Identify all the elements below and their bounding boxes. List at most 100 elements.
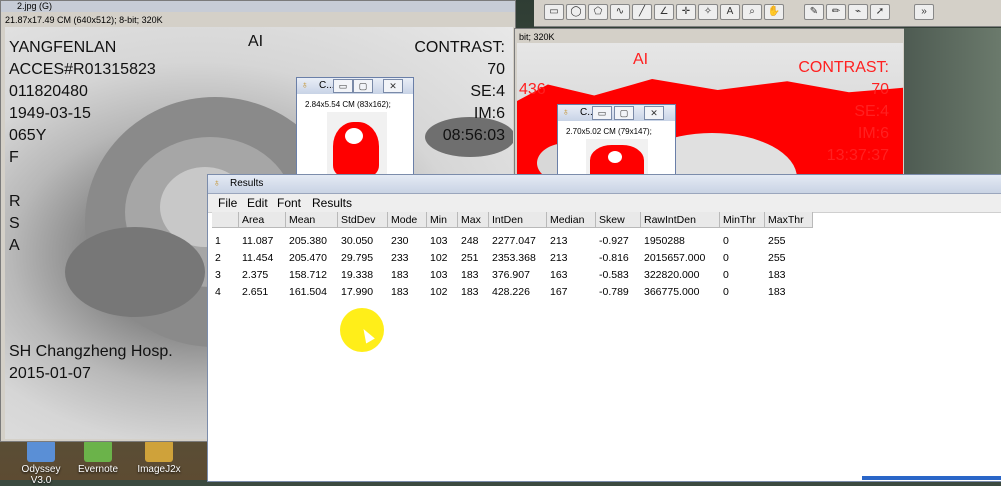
overlay-line: S xyxy=(9,215,20,232)
imagej-icon: ♁ xyxy=(213,178,221,189)
odyssey-icon xyxy=(27,440,55,462)
table-cell: 167 xyxy=(550,286,568,298)
overlay-line: F xyxy=(9,149,19,166)
dropper-tool-icon[interactable]: ✎ xyxy=(804,4,824,20)
table-row[interactable]: 3 2.375 158.712 19.338 183 103 183 376.9… xyxy=(212,267,813,284)
angle-tool-icon[interactable]: ∠ xyxy=(654,4,674,20)
column-header-area[interactable]: Area xyxy=(239,212,286,228)
table-row[interactable]: 4 2.651 161.504 17.990 183 102 183 428.2… xyxy=(212,284,813,301)
column-header-mode[interactable]: Mode xyxy=(388,212,427,228)
arrow-tool-icon[interactable]: ➚ xyxy=(870,4,890,20)
maximize-button[interactable]: ▢ xyxy=(353,79,373,93)
text-tool-icon[interactable]: A xyxy=(720,4,740,20)
roi-window-titlebar[interactable]: ♁ C... ▭ ▢ ✕ xyxy=(558,105,675,121)
table-cell: 158.712 xyxy=(289,269,327,281)
table-cell: 428.226 xyxy=(492,286,530,298)
table-cell: 255 xyxy=(768,235,786,247)
close-button[interactable]: ✕ xyxy=(644,106,664,120)
background-photo xyxy=(904,28,1001,174)
menu-file[interactable]: File xyxy=(218,196,237,210)
table-cell: 11.087 xyxy=(242,235,274,247)
desktop-icon-imagej[interactable]: ImageJ2x xyxy=(130,440,188,475)
table-row[interactable]: 2 11.454 205.470 29.795 233 102 251 2353… xyxy=(212,250,813,267)
menu-results[interactable]: Results xyxy=(312,196,352,210)
minimize-button[interactable]: ▭ xyxy=(333,79,353,93)
column-header-stddev[interactable]: StdDev xyxy=(338,212,388,228)
column-header-max[interactable]: Max xyxy=(458,212,489,228)
table-cell: 30.050 xyxy=(341,235,374,247)
table-cell: 103 xyxy=(430,235,448,247)
table-cell: 213 xyxy=(550,235,568,247)
minimize-button[interactable]: ▭ xyxy=(592,106,612,120)
table-cell: 205.470 xyxy=(289,252,327,264)
menu-edit[interactable]: Edit xyxy=(247,196,268,210)
table-cell: 102 xyxy=(430,252,448,264)
oval-tool-icon[interactable]: ◯ xyxy=(566,4,586,20)
column-header-intden[interactable]: IntDen xyxy=(489,212,547,228)
table-cell: 103 xyxy=(430,269,448,281)
table-cell: -0.583 xyxy=(599,269,629,281)
brush-tool-icon[interactable]: ⌁ xyxy=(848,4,868,20)
polygon-tool-icon[interactable]: ⬠ xyxy=(588,4,608,20)
roi-window-1[interactable]: ♁ C... ▭ ▢ ✕ 2.84x5.54 CM (83x162); xyxy=(296,77,414,179)
column-header-median[interactable]: Median xyxy=(547,212,596,228)
overlay-line: R xyxy=(9,193,21,210)
column-header-mean[interactable]: Mean xyxy=(286,212,338,228)
menu-font[interactable]: Font xyxy=(277,196,301,210)
rectangle-tool-icon[interactable]: ▭ xyxy=(544,4,564,20)
results-window[interactable]: ♁ Results File Edit Font Results Area Me… xyxy=(207,174,1001,482)
roi-window-titlebar[interactable]: ♁ C... ▭ ▢ ✕ xyxy=(297,78,413,94)
roi-info: 2.84x5.54 CM (83x162); xyxy=(305,100,391,109)
pencil-tool-icon[interactable]: ✏ xyxy=(826,4,846,20)
column-header-min[interactable]: Min xyxy=(427,212,458,228)
freehand-tool-icon[interactable]: ∿ xyxy=(610,4,630,20)
column-header-maxthr[interactable]: MaxThr xyxy=(765,212,813,228)
table-cell: 183 xyxy=(391,286,409,298)
point-tool-icon[interactable]: ✛ xyxy=(676,4,696,20)
roi-info: 2.70x5.02 CM (79x147); xyxy=(566,127,652,136)
table-cell: 248 xyxy=(461,235,479,247)
evernote-icon xyxy=(84,440,112,462)
roi-image-canvas[interactable] xyxy=(327,112,387,176)
column-header-skew[interactable]: Skew xyxy=(596,212,641,228)
close-button[interactable]: ✕ xyxy=(383,79,403,93)
table-cell: -0.927 xyxy=(599,235,629,247)
maximize-button[interactable]: ▢ xyxy=(614,106,634,120)
overlay-line: CONTRAST: xyxy=(414,39,505,56)
window-title[interactable]: 2.jpg (G) xyxy=(1,1,515,12)
wand-tool-icon[interactable]: ✧ xyxy=(698,4,718,20)
overlay-number: 436 xyxy=(519,81,546,98)
table-cell: 213 xyxy=(550,252,568,264)
table-cell: 366775.000 xyxy=(644,286,700,298)
results-titlebar[interactable]: ♁ Results xyxy=(208,175,1001,194)
column-header-minthr[interactable]: MinThr xyxy=(720,212,765,228)
table-cell: 2277.047 xyxy=(492,235,536,247)
zoom-tool-icon[interactable]: ⌕ xyxy=(742,4,762,20)
toolbar-more-icon[interactable]: » xyxy=(914,4,934,20)
desktop-icon-odyssey[interactable]: Odyssey V3.0 xyxy=(12,440,70,486)
table-cell: 376.907 xyxy=(492,269,530,281)
overlay-line: 065Y xyxy=(9,127,47,144)
imagej-icon: ♁ xyxy=(301,80,309,91)
image-info: bit; 320K xyxy=(519,32,555,42)
results-menubar: File Edit Font Results xyxy=(208,194,1001,213)
desktop-icon-evernote[interactable]: Evernote xyxy=(69,440,127,475)
overlay-line: CONTRAST: xyxy=(798,59,889,76)
roi-highlight xyxy=(608,151,622,163)
overlay-line: 70 xyxy=(487,61,505,78)
column-header[interactable] xyxy=(212,212,239,228)
table-cell: 102 xyxy=(430,286,448,298)
table-cell: 2.651 xyxy=(242,286,269,298)
column-header-rawintden[interactable]: RawIntDen xyxy=(641,212,720,228)
scroll-tool-icon[interactable]: ✋ xyxy=(764,4,784,20)
overlay-line: SE:4 xyxy=(854,103,889,120)
table-cell: 2015657.000 xyxy=(644,252,706,264)
table-cell: 11.454 xyxy=(242,252,274,264)
table-cell: 4 xyxy=(215,286,221,298)
scan-params-overlay: CONTRAST: 70 SE:4 IM:6 13:37:37 xyxy=(798,57,889,167)
table-row[interactable]: 1 11.087 205.380 30.050 230 103 248 2277… xyxy=(212,233,813,250)
table-cell: 0 xyxy=(723,269,729,281)
overlay-spacer xyxy=(9,169,156,191)
line-tool-icon[interactable]: ╱ xyxy=(632,4,652,20)
table-cell: 163 xyxy=(550,269,568,281)
